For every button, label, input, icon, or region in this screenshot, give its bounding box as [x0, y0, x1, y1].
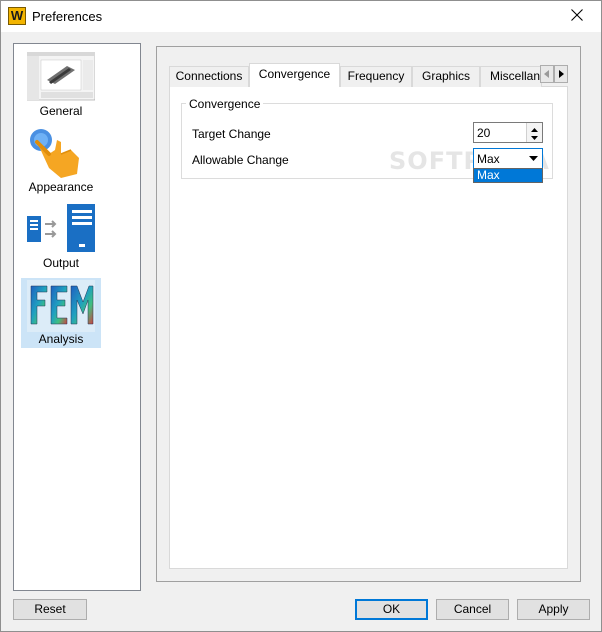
output-document-icon — [27, 204, 95, 252]
allowable-change-value: Max — [477, 152, 500, 166]
arrow-down-icon — [531, 136, 538, 140]
nav-item-output[interactable]: Output — [21, 202, 101, 272]
category-nav-panel: General Appearance Output Analysis — [13, 43, 141, 591]
tab-frequency[interactable]: Frequency — [340, 66, 412, 87]
nav-item-general[interactable]: General — [21, 50, 101, 120]
allowable-change-dropdown: Max — [473, 168, 543, 183]
chevron-right-icon — [559, 70, 564, 78]
tab-scroll-right-button[interactable] — [554, 65, 568, 83]
dropdown-option-max[interactable]: Max — [474, 169, 542, 182]
pointing-hand-icon — [30, 129, 79, 178]
app-logo-icon: W — [8, 7, 26, 25]
tab-graphics[interactable]: Graphics — [412, 66, 480, 87]
target-change-stepper[interactable]: 20 — [473, 122, 543, 143]
cancel-button[interactable]: Cancel — [436, 599, 509, 620]
stepper-buttons — [526, 123, 542, 142]
target-change-value: 20 — [477, 126, 491, 140]
convergence-group-title: Convergence — [186, 97, 264, 111]
title-bar: W Preferences — [1, 1, 601, 32]
ok-button[interactable]: OK — [355, 599, 428, 620]
nav-item-label: Analysis — [38, 332, 84, 346]
stepper-up-button[interactable] — [527, 123, 542, 132]
nav-item-label: General — [39, 104, 83, 118]
chevron-left-icon — [544, 70, 549, 78]
fem-analysis-icon — [27, 280, 95, 332]
close-icon — [571, 9, 583, 21]
apply-button[interactable]: Apply — [517, 599, 590, 620]
allowable-change-select[interactable]: Max — [473, 148, 543, 169]
chevron-down-icon — [529, 156, 538, 161]
stepper-down-button[interactable] — [527, 132, 542, 141]
tab-scroll-left-button[interactable] — [540, 65, 554, 83]
allowable-change-label: Allowable Change — [192, 153, 289, 167]
preferences-window: W Preferences General Appearance Output … — [0, 0, 602, 632]
nav-item-label: Output — [42, 256, 80, 270]
close-button[interactable] — [555, 1, 601, 31]
nav-item-analysis[interactable]: Analysis — [21, 278, 101, 348]
tab-convergence[interactable]: Convergence — [249, 63, 340, 87]
tab-miscellaneous[interactable]: Miscellane — [480, 66, 542, 87]
target-change-label: Target Change — [192, 127, 271, 141]
tab-connections[interactable]: Connections — [169, 66, 249, 87]
window-title: Preferences — [32, 9, 103, 24]
nav-item-label: Appearance — [28, 180, 94, 194]
nav-item-appearance[interactable]: Appearance — [21, 126, 101, 196]
reset-button[interactable]: Reset — [13, 599, 87, 620]
general-screenshot-icon — [27, 52, 95, 101]
